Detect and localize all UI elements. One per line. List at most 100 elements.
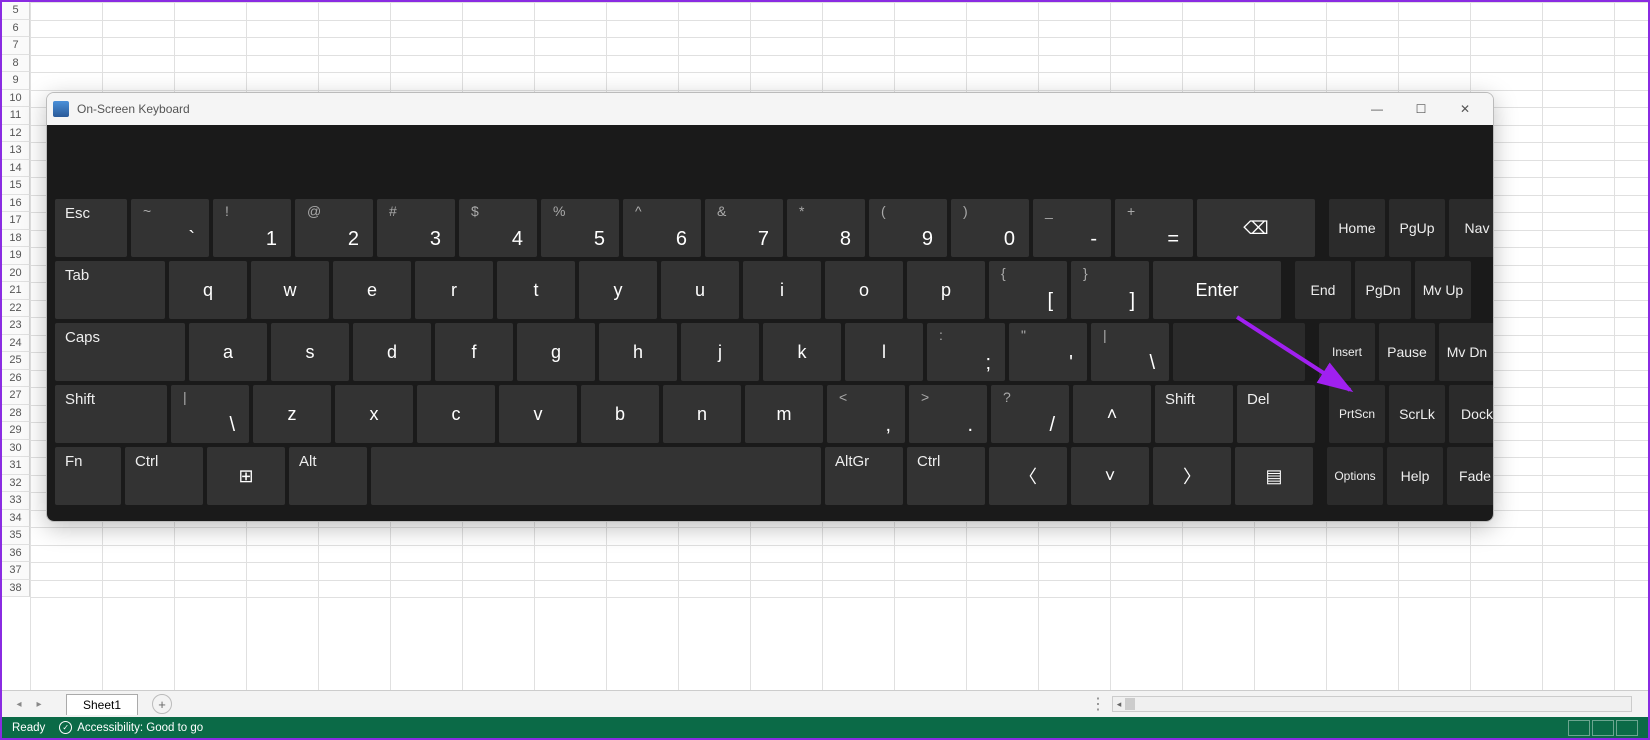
row-header[interactable]: 35 bbox=[2, 527, 30, 545]
key-scrlk[interactable]: ScrLk bbox=[1389, 385, 1445, 443]
key-5[interactable]: %5 bbox=[541, 199, 619, 257]
row-header[interactable]: 21 bbox=[2, 282, 30, 300]
key-b[interactable]: b bbox=[581, 385, 659, 443]
key-enter[interactable]: Enter bbox=[1153, 261, 1281, 319]
key-ctrl-left[interactable]: Ctrl bbox=[125, 447, 203, 505]
key-f[interactable]: f bbox=[435, 323, 513, 381]
row-header[interactable]: 22 bbox=[2, 300, 30, 318]
row-header[interactable]: 5 bbox=[2, 2, 30, 20]
key-punct[interactable]: <, bbox=[827, 385, 905, 443]
key-pause[interactable]: Pause bbox=[1379, 323, 1435, 381]
row-header[interactable]: 13 bbox=[2, 142, 30, 160]
key-n[interactable]: n bbox=[663, 385, 741, 443]
key-y[interactable]: y bbox=[579, 261, 657, 319]
row-header[interactable]: 11 bbox=[2, 107, 30, 125]
row-header[interactable]: 17 bbox=[2, 212, 30, 230]
sheet-nav-next[interactable]: ▸ bbox=[30, 695, 48, 713]
key-e[interactable]: e bbox=[333, 261, 411, 319]
key-punct[interactable]: :; bbox=[927, 323, 1005, 381]
key-punct[interactable]: "' bbox=[1009, 323, 1087, 381]
row-header[interactable]: 15 bbox=[2, 177, 30, 195]
key-p[interactable]: p bbox=[907, 261, 985, 319]
key-s[interactable]: s bbox=[271, 323, 349, 381]
key-space[interactable] bbox=[371, 447, 821, 505]
key-pgup[interactable]: PgUp bbox=[1389, 199, 1445, 257]
key-tab[interactable]: Tab bbox=[55, 261, 165, 319]
key-fn[interactable]: Fn bbox=[55, 447, 121, 505]
key-[[interactable]: {[ bbox=[989, 261, 1067, 319]
key-g[interactable]: g bbox=[517, 323, 595, 381]
key-home[interactable]: Home bbox=[1329, 199, 1385, 257]
key-mv-up[interactable]: Mv Up bbox=[1415, 261, 1471, 319]
row-header[interactable]: 16 bbox=[2, 195, 30, 213]
horizontal-scrollbar[interactable]: ◂ bbox=[1112, 696, 1632, 712]
key-dock[interactable]: Dock bbox=[1449, 385, 1494, 443]
row-header[interactable]: 31 bbox=[2, 457, 30, 475]
view-page-layout[interactable] bbox=[1592, 720, 1614, 736]
row-header[interactable]: 32 bbox=[2, 475, 30, 493]
row-header[interactable]: 37 bbox=[2, 562, 30, 580]
key-fade[interactable]: Fade bbox=[1447, 447, 1494, 505]
maximize-button[interactable]: ☐ bbox=[1399, 93, 1443, 125]
key-0[interactable]: )0 bbox=[951, 199, 1029, 257]
key-backspace[interactable]: ⌫ bbox=[1197, 199, 1315, 257]
key-h[interactable]: h bbox=[599, 323, 677, 381]
key-enter-extension[interactable] bbox=[1173, 323, 1305, 381]
key-6[interactable]: ^6 bbox=[623, 199, 701, 257]
row-header[interactable]: 18 bbox=[2, 230, 30, 248]
sheet-tab-active[interactable]: Sheet1 bbox=[66, 694, 138, 715]
key-caps[interactable]: Caps bbox=[55, 323, 185, 381]
key-options[interactable]: Options bbox=[1327, 447, 1383, 505]
key-8[interactable]: *8 bbox=[787, 199, 865, 257]
row-header[interactable]: 23 bbox=[2, 317, 30, 335]
row-header[interactable]: 14 bbox=[2, 160, 30, 178]
row-header[interactable]: 7 bbox=[2, 37, 30, 55]
key-altgr[interactable]: AltGr bbox=[825, 447, 903, 505]
close-button[interactable]: ✕ bbox=[1443, 93, 1487, 125]
row-header[interactable]: 30 bbox=[2, 440, 30, 458]
status-accessibility[interactable]: ✓ Accessibility: Good to go bbox=[59, 721, 203, 734]
row-header[interactable]: 28 bbox=[2, 405, 30, 423]
minimize-button[interactable]: ― bbox=[1355, 93, 1399, 125]
key-pgdn[interactable]: PgDn bbox=[1355, 261, 1411, 319]
add-sheet-button[interactable]: + bbox=[152, 694, 172, 714]
key-del[interactable]: Del bbox=[1237, 385, 1315, 443]
row-header[interactable]: 9 bbox=[2, 72, 30, 90]
key-][interactable]: }] bbox=[1071, 261, 1149, 319]
key-punct[interactable]: >. bbox=[909, 385, 987, 443]
row-header[interactable]: 29 bbox=[2, 422, 30, 440]
key-punct[interactable]: |\ bbox=[1091, 323, 1169, 381]
key-k[interactable]: k bbox=[763, 323, 841, 381]
key-3[interactable]: #3 bbox=[377, 199, 455, 257]
key-c[interactable]: c bbox=[417, 385, 495, 443]
row-header[interactable]: 6 bbox=[2, 20, 30, 38]
key-t[interactable]: t bbox=[497, 261, 575, 319]
key-insert[interactable]: Insert bbox=[1319, 323, 1375, 381]
key-m[interactable]: m bbox=[745, 385, 823, 443]
row-header[interactable]: 27 bbox=[2, 387, 30, 405]
key-w[interactable]: w bbox=[251, 261, 329, 319]
row-header[interactable]: 38 bbox=[2, 580, 30, 598]
key-context-menu[interactable]: ▤ bbox=[1235, 447, 1313, 505]
key--[interactable]: _- bbox=[1033, 199, 1111, 257]
key-arrow-right[interactable]: 〉 bbox=[1153, 447, 1231, 505]
row-header[interactable]: 36 bbox=[2, 545, 30, 563]
key-`[interactable]: ~` bbox=[131, 199, 209, 257]
key-windows[interactable]: ⊞ bbox=[207, 447, 285, 505]
row-header[interactable]: 34 bbox=[2, 510, 30, 528]
view-page-break[interactable] bbox=[1616, 720, 1638, 736]
key-ctrl-right[interactable]: Ctrl bbox=[907, 447, 985, 505]
key-7[interactable]: &7 bbox=[705, 199, 783, 257]
key-arrow-left[interactable]: 〈 bbox=[989, 447, 1067, 505]
row-header[interactable]: 8 bbox=[2, 55, 30, 73]
key-esc[interactable]: Esc bbox=[55, 199, 127, 257]
key-arrow-down[interactable]: ˅ bbox=[1071, 447, 1149, 505]
key-arrow-up[interactable]: ˄ bbox=[1073, 385, 1151, 443]
key-2[interactable]: @2 bbox=[295, 199, 373, 257]
key-u[interactable]: u bbox=[661, 261, 739, 319]
key-r[interactable]: r bbox=[415, 261, 493, 319]
key-nav[interactable]: Nav bbox=[1449, 199, 1494, 257]
key-4[interactable]: $4 bbox=[459, 199, 537, 257]
row-header[interactable]: 19 bbox=[2, 247, 30, 265]
key-=[interactable]: += bbox=[1115, 199, 1193, 257]
